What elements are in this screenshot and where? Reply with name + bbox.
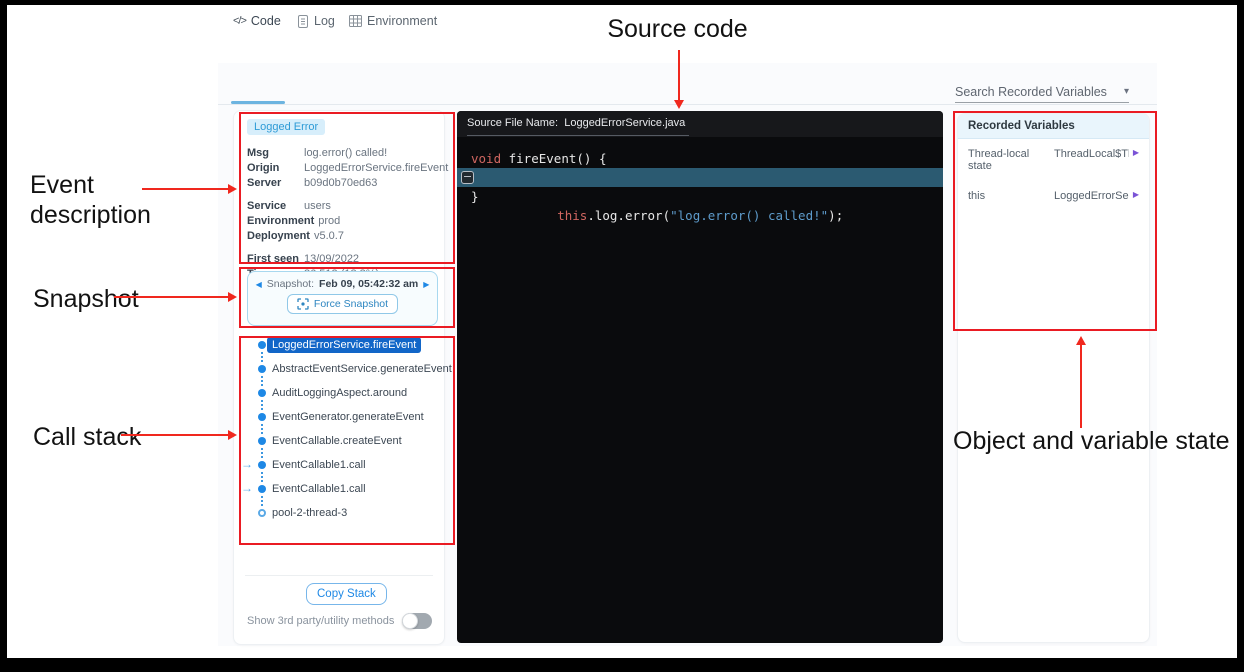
stack-frame: → EventCallable1.call — [240, 482, 445, 506]
event-row-server: Serverb09d0b70ed63 — [247, 176, 437, 191]
jump-arrow-icon: → — [241, 457, 253, 471]
event-row-environment: Environmentprod — [247, 214, 437, 229]
previous-snapshot-icon[interactable]: ◀ — [256, 280, 262, 289]
stack-frame: → EventCallable1.call — [240, 458, 445, 482]
force-snapshot-label: Force Snapshot — [314, 298, 388, 310]
capture-frame-icon — [297, 298, 309, 310]
tab-environment[interactable]: Environment — [349, 14, 437, 28]
frame-dot-icon — [258, 437, 266, 445]
stack-frame-label[interactable]: EventCallable1.call — [272, 482, 366, 496]
stack-frame-thread: pool-2-thread-3 — [240, 506, 445, 530]
frame-dot-icon — [258, 365, 266, 373]
arrow-line-object-state — [1080, 344, 1082, 428]
frame-dot-icon — [258, 389, 266, 397]
third-party-toggle-switch[interactable] — [402, 613, 432, 629]
snapshot-timestamp: Feb 09, 05:42:32 am — [319, 278, 418, 290]
frame-dot-icon — [258, 461, 266, 469]
event-info-rows: Msglog.error() called! OriginLoggedError… — [247, 146, 437, 282]
event-row-first-seen: First seen13/09/2022 — [247, 252, 437, 267]
code-icon: </> — [233, 15, 246, 27]
force-snapshot-button[interactable]: Force Snapshot — [287, 294, 398, 314]
third-party-toggle-row: Show 3rd party/utility methods — [247, 613, 437, 629]
code-line-2-highlighted: this.log.error("log.error() called!"); — [457, 168, 943, 187]
third-party-toggle-label: Show 3rd party/utility methods — [247, 615, 394, 627]
stack-frame-label[interactable]: EventCallable1.call — [272, 458, 366, 472]
stack-frame: AuditLoggingAspect.around — [240, 386, 445, 410]
toggle-knob — [402, 613, 418, 629]
frame-dot-icon — [258, 341, 266, 349]
source-file-name: Source File Name: LoggedErrorService.jav… — [467, 112, 689, 136]
tab-code-label: Code — [251, 14, 281, 28]
arrow-head-snapshot — [228, 292, 237, 302]
stack-frame: LoggedErrorService.fireEvent — [240, 338, 445, 362]
snapshot-timestamp-row: ◀ Snapshot: Feb 09, 05:42:32 am ▶ — [248, 278, 437, 290]
annotation-call-stack: Call stack — [33, 422, 141, 452]
code-editor[interactable]: void fireEvent() { this.log.error("log.e… — [457, 149, 943, 206]
active-tab-indicator — [231, 101, 285, 104]
arrow-head-source-code — [674, 100, 684, 109]
tab-log-label: Log — [314, 14, 335, 28]
log-file-icon — [297, 15, 309, 28]
snapshot-prefix: Snapshot: — [267, 278, 314, 290]
snapshot-gutter-icon[interactable] — [461, 171, 474, 184]
code-line-1: void fireEvent() { — [457, 149, 943, 168]
event-row-service: Serviceusers — [247, 199, 437, 214]
tab-log[interactable]: Log — [297, 14, 335, 28]
annotation-snapshot: Snapshot — [33, 284, 139, 314]
arrow-head-call-stack — [228, 430, 237, 440]
next-snapshot-icon[interactable]: ▶ — [423, 280, 429, 289]
variable-name: Thread-local state — [968, 148, 1054, 172]
tab-code[interactable]: </> Code — [233, 14, 281, 28]
screenshot-canvas: </> Code Log Environment Search Recorded… — [0, 0, 1244, 672]
frame-dot-icon — [258, 485, 266, 493]
stack-frame-label[interactable]: EventCallable.createEvent — [272, 434, 402, 448]
expand-variable-icon[interactable]: ▶ — [1133, 190, 1139, 202]
jump-arrow-icon: → — [241, 481, 253, 495]
arrow-head-object-state — [1076, 336, 1086, 345]
stack-frame-label[interactable]: EventGenerator.generateEvent — [272, 410, 424, 424]
arrow-line-snapshot — [114, 296, 228, 298]
variable-type: LoggedErrorService — [1054, 190, 1129, 202]
logged-error-badge: Logged Error — [247, 119, 325, 135]
variable-name: this — [968, 190, 1054, 202]
event-row-origin: OriginLoggedErrorService.fireEvent — [247, 161, 437, 176]
arrow-head-event-description — [228, 184, 237, 194]
thread-dot-icon — [258, 509, 266, 517]
stack-frame: EventCallable.createEvent — [240, 434, 445, 458]
stack-frame-label[interactable]: AuditLoggingAspect.around — [272, 386, 407, 400]
variable-row[interactable]: Thread-local state ThreadLocal$ThreadL… … — [958, 139, 1149, 181]
annotation-object-state: Object and variable state — [953, 426, 1238, 456]
grid-table-icon — [349, 15, 362, 27]
arrow-line-source-code — [678, 50, 680, 100]
event-row-msg: Msglog.error() called! — [247, 146, 437, 161]
variable-type: ThreadLocal$ThreadL… — [1054, 148, 1129, 172]
arrow-line-event-description — [142, 188, 228, 190]
chevron-down-icon: ▾ — [1124, 86, 1129, 97]
source-code-panel: Source File Name: LoggedErrorService.jav… — [457, 111, 943, 643]
stack-frame: AbstractEventService.generateEvent — [240, 362, 445, 386]
call-stack-list: LoggedErrorService.fireEvent AbstractEve… — [240, 338, 445, 530]
snapshot-navigator: ◀ Snapshot: Feb 09, 05:42:32 am ▶ Force … — [247, 271, 438, 326]
event-row-deployment: Deploymentv5.0.7 — [247, 229, 437, 244]
search-recorded-variables-select[interactable]: Search Recorded Variables ▾ — [955, 81, 1129, 103]
stack-frame: EventGenerator.generateEvent — [240, 410, 445, 434]
source-file-header: Source File Name: LoggedErrorService.jav… — [457, 111, 943, 137]
stack-footer-divider — [245, 575, 433, 576]
tab-environment-label: Environment — [367, 14, 437, 28]
variable-row[interactable]: this LoggedErrorService ▶ — [958, 181, 1149, 211]
stack-frame-label[interactable]: AbstractEventService.generateEvent — [272, 362, 452, 376]
search-select-label: Search Recorded Variables — [955, 85, 1107, 99]
arrow-line-call-stack — [121, 434, 228, 436]
thread-label[interactable]: pool-2-thread-3 — [272, 506, 347, 520]
copy-stack-button[interactable]: Copy Stack — [306, 583, 387, 605]
expand-variable-icon[interactable]: ▶ — [1133, 148, 1139, 172]
frame-dot-icon — [258, 413, 266, 421]
recorded-variables-title: Recorded Variables — [958, 114, 1149, 139]
stack-frame-label[interactable]: LoggedErrorService.fireEvent — [267, 337, 421, 353]
annotation-event-description: Event description — [30, 170, 180, 230]
annotation-source-code: Source code — [560, 14, 795, 44]
recorded-variables-card: Recorded Variables Thread-local state Th… — [957, 113, 1150, 643]
